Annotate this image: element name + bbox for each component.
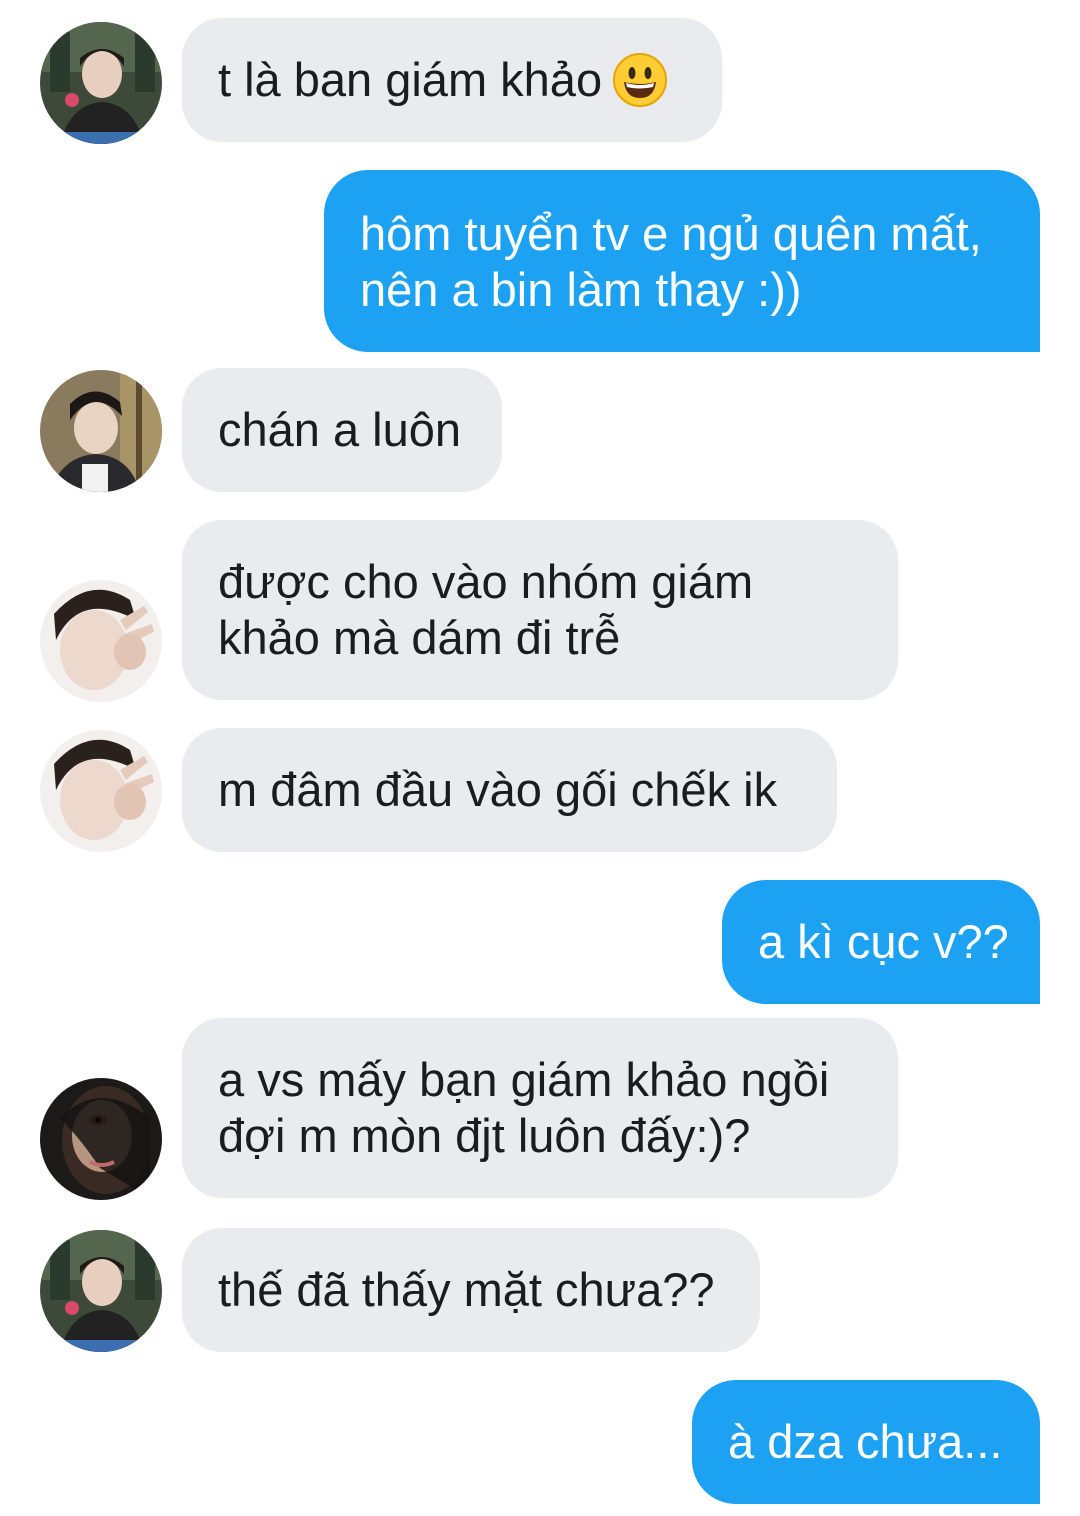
avatar-photo-3 — [40, 580, 162, 702]
message-bubble-incoming[interactable]: m đâm đầu vào gối chếk ik — [182, 728, 837, 852]
message-text-line: a vs mấy bạn giám khảo ngồi — [218, 1053, 830, 1106]
message-bubble-incoming[interactable]: chán a luôn — [182, 368, 502, 492]
message-text-line: được cho vào nhóm giám — [218, 555, 754, 608]
message-bubble-incoming[interactable]: a vs mấy bạn giám khảo ngồi đợi m mòn đj… — [182, 1018, 898, 1198]
message-text: m đâm đầu vào gối chếk ik — [218, 763, 778, 816]
message-bubble-outgoing[interactable]: hôm tuyển tv e ngủ quên mất, nên a bin l… — [324, 170, 1040, 352]
message-text-line: đợi m mòn đjt luôn đấy:)? — [218, 1109, 751, 1162]
message-text: a kì cục v?? — [758, 915, 1009, 968]
avatar[interactable] — [40, 730, 162, 852]
message-bubble-outgoing[interactable]: à dza chưa... — [692, 1380, 1040, 1504]
message-bubble-incoming[interactable]: t là ban giám khảo — [182, 18, 722, 142]
avatar-photo-1 — [40, 1230, 162, 1352]
message-text-line: khảo mà dám đi trễ — [218, 611, 621, 664]
message-text-line: nên a bin làm thay :)) — [360, 263, 802, 316]
message-text-line: hôm tuyển tv e ngủ quên mất, — [360, 207, 982, 260]
avatar[interactable] — [40, 1230, 162, 1352]
avatar-photo-2 — [40, 370, 162, 492]
message-text: t là ban giám khảo — [218, 53, 603, 106]
grinning-face-emoji — [613, 52, 668, 107]
chat-thread: t là ban giám khảo hôm tuyển tv e ngủ qu… — [0, 0, 1080, 1516]
message-bubble-incoming[interactable]: được cho vào nhóm giám khảo mà dám đi tr… — [182, 520, 898, 700]
avatar-photo-1 — [40, 22, 162, 144]
avatar-photo-3 — [40, 730, 162, 852]
message-bubble-incoming[interactable]: thế đã thấy mặt chưa?? — [182, 1228, 760, 1352]
message-text: chán a luôn — [218, 403, 462, 456]
message-text: à dza chưa... — [728, 1415, 1003, 1468]
avatar[interactable] — [40, 580, 162, 702]
message-bubble-outgoing[interactable]: a kì cục v?? — [722, 880, 1040, 1004]
avatar[interactable] — [40, 1078, 162, 1200]
message-text: thế đã thấy mặt chưa?? — [218, 1263, 715, 1316]
avatar-photo-4 — [40, 1078, 162, 1200]
avatar[interactable] — [40, 22, 162, 144]
avatar[interactable] — [40, 370, 162, 492]
